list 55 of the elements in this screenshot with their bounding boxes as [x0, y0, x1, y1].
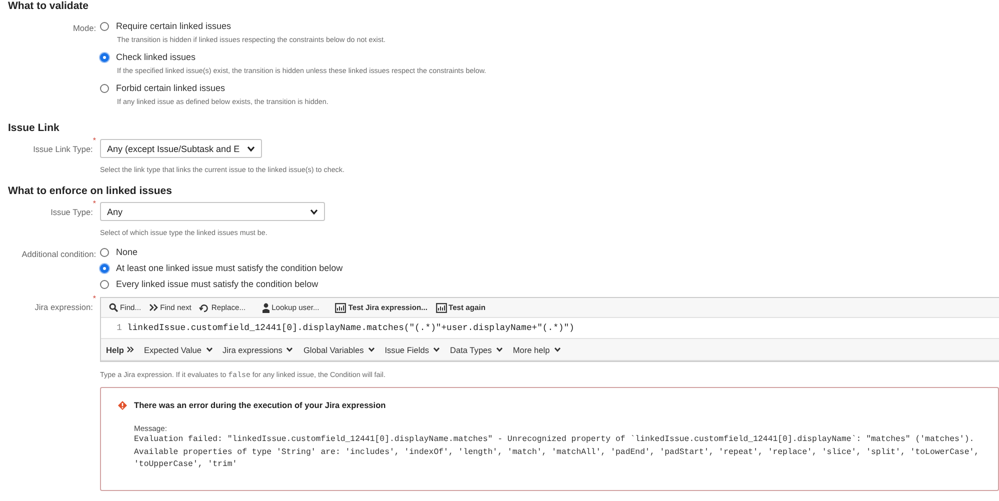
- section-heading: What to validate: [8, 0, 90, 13]
- radio-button[interactable]: [100, 52, 109, 62]
- error-message-line: Evaluation failed: "linkedIssue.customfield_12441[0].displayName.matches" - Unrecognized property of `linkedIssue.customfield_12441[0].displayName`: "matches" ('matches').: [134, 434, 976, 446]
- double-chevron-icon: [149, 303, 158, 312]
- radio-option[interactable]: Forbid certain linked issues: [100, 80, 226, 96]
- help-menu[interactable]: More help: [512, 344, 561, 354]
- error-title: There was an error during the execution of your Jira expression: [134, 400, 386, 410]
- code-editor[interactable]: [100, 297, 999, 362]
- radio-option[interactable]: At least one linked issue must satisfy the condition below: [100, 260, 343, 276]
- field-label: Issue Link Type:: [33, 143, 93, 156]
- field-label: Jira expression:: [34, 301, 93, 314]
- radio-button[interactable]: [100, 248, 109, 256]
- redo-icon: [199, 302, 210, 312]
- radio-option[interactable]: Require certain linked issues: [100, 18, 232, 34]
- help-menu[interactable]: Data Types: [450, 344, 503, 354]
- search-icon: [109, 303, 118, 312]
- radio-button[interactable]: [100, 22, 109, 30]
- chart-window-icon: [335, 302, 346, 312]
- field-label: Mode:: [72, 22, 96, 35]
- radio-button[interactable]: [100, 84, 109, 92]
- dropdown-select[interactable]: Any: [100, 202, 325, 221]
- required-mark: *: [92, 136, 96, 145]
- error-icon: [118, 400, 127, 410]
- error-message-line: 'toUpperCase', 'trim': [134, 459, 238, 471]
- section-heading: What to enforce on linked issues: [8, 185, 173, 198]
- chevron-down-icon: [554, 347, 561, 352]
- chevron-down-icon: [496, 347, 503, 352]
- error-message-line: Available properties of type 'String' are: 'includes', 'indexOf', 'length', 'match', 'matchAll', 'padEnd', 'padStart', 'repeat', 'replace', 'slice', 'split', 'toLowerCase',: [134, 446, 980, 458]
- chevron-down-icon: [368, 347, 375, 352]
- radio-option[interactable]: Every linked issue must satisfy the condition below: [100, 276, 318, 292]
- required-mark: *: [92, 294, 96, 303]
- field-label: Additional condition:: [22, 248, 96, 261]
- help-menu[interactable]: Expected Value: [144, 344, 212, 354]
- radio-button[interactable]: [100, 264, 109, 272]
- radio-option[interactable]: None: [100, 244, 138, 260]
- line-number: 1: [116, 323, 123, 333]
- field-label: Issue Type:: [50, 206, 93, 219]
- help-menu[interactable]: Issue Fields: [384, 344, 440, 354]
- help-label: Help: [106, 344, 134, 354]
- chart-window-icon: [436, 302, 446, 312]
- chevron-down-icon: [247, 146, 255, 152]
- chevron-down-icon: [433, 347, 440, 352]
- dropdown-select[interactable]: Any (except Issue/Subtask and E: [100, 139, 262, 158]
- help-menu[interactable]: Global Variables: [303, 344, 375, 354]
- radio-option[interactable]: Check linked issues: [100, 49, 196, 65]
- required-mark: *: [92, 199, 96, 208]
- double-chevron-icon: [126, 346, 134, 353]
- chevron-down-icon: [286, 347, 294, 352]
- section-heading: Issue Link: [8, 122, 60, 135]
- chevron-down-icon: [310, 208, 318, 214]
- chevron-down-icon: [206, 347, 212, 352]
- radio-button[interactable]: [100, 280, 109, 288]
- person-icon: [262, 302, 270, 312]
- help-menu[interactable]: Jira expressions: [222, 344, 294, 354]
- code-line: linkedIssue.customfield_12441[0].displayName.matches("(.*)"+user.displayName+"(.*)"): [127, 323, 574, 333]
